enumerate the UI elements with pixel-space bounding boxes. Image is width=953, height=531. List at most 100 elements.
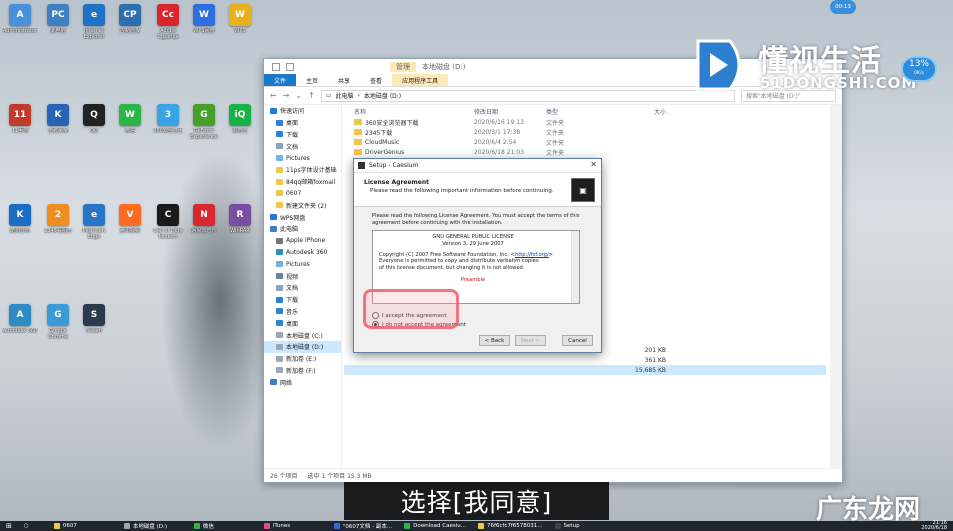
up-arrow-icon[interactable]: ↑ [308, 91, 315, 100]
sidebar-item[interactable]: 桌面 [264, 117, 341, 129]
desktop-icon[interactable]: K 王者荣耀 [40, 104, 76, 154]
column-header-type[interactable]: 类型 [546, 107, 606, 116]
desktop-icon[interactable]: G Google Chrome [40, 304, 76, 354]
desktop-icon[interactable]: PC 此电脑 [40, 4, 76, 54]
sidebar-item[interactable]: 桌面 [264, 317, 341, 329]
sidebar-item[interactable]: 11ps字体设计基础 [264, 164, 341, 176]
file-row[interactable]: 15,685 KB [344, 365, 826, 375]
sidebar-item[interactable]: 新加卷 (F:) [264, 365, 341, 377]
quick-access-toolbar-icon[interactable] [272, 62, 280, 71]
system-clock[interactable]: 21:16 2020/6/18 [921, 521, 947, 531]
sidebar-item[interactable]: 网络 [264, 376, 341, 388]
taskbar-item[interactable]: 本地磁盘 (D:) [118, 521, 188, 531]
fsf-link[interactable]: http://fsf.org/ [515, 252, 549, 258]
explorer-titlebar[interactable]: 管理 本地磁盘 (D:) [264, 59, 842, 74]
sidebar-item[interactable]: 此电脑 [264, 223, 341, 235]
sidebar-item[interactable]: 音乐 [264, 306, 341, 318]
desktop-icon[interactable]: W WPS网盘 [186, 4, 222, 54]
taskbar-item[interactable]: "0607文档 - 副本... [328, 521, 398, 531]
back-button[interactable]: < Back [479, 335, 510, 346]
sidebar-item[interactable]: 下载 [264, 129, 341, 141]
qq-icon: Q [83, 104, 105, 126]
tab-file[interactable]: 文件 [264, 74, 297, 86]
desktop-icon[interactable]: A Administrator [2, 4, 38, 54]
desktop-icon[interactable]: iQ 爱奇艺 [222, 104, 258, 154]
desktop-icon[interactable]: A Autodesk 360 [2, 304, 38, 354]
desktop-icon-label: 网易云音乐 [191, 228, 217, 234]
taskbar-item[interactable]: Setup [549, 521, 619, 531]
desktop-icon[interactable]: 2 2345看图王 [40, 204, 76, 254]
sidebar-item[interactable]: 84qq邮箱foxmail [264, 176, 341, 188]
start-button[interactable]: ⊞ [0, 521, 18, 531]
desktop-icon[interactable]: G GeForce Experience [186, 104, 222, 154]
sidebar-item[interactable]: WPS网盘 [264, 211, 341, 223]
column-header-date[interactable]: 修改日期 [474, 107, 546, 116]
recent-chevron-icon[interactable]: ⌄ [295, 91, 302, 100]
desktop-icon[interactable]: e Internet Explorer [76, 4, 112, 54]
desktop-icon[interactable]: Q QQ [76, 104, 112, 154]
desktop-icon[interactable]: S Steam [76, 304, 112, 354]
sidebar-item[interactable]: 快速访问 [264, 105, 341, 117]
sidebar-item-label: 网络 [280, 379, 293, 387]
file-row[interactable]: CloudMusic 2020/6/4 2:54 文件夹 [344, 137, 826, 147]
file-row[interactable]: 2345下载 2020/3/1 17:38 文件夹 [344, 127, 826, 137]
sidebar-item[interactable]: 文档 [264, 140, 341, 152]
taskbar-item[interactable]: Download Caesiu... [398, 521, 472, 531]
sidebar-item[interactable]: 新加卷 (E:) [264, 353, 341, 365]
desktop-icon[interactable]: K 酷狗音乐 [2, 204, 38, 254]
next-button[interactable]: Next > [515, 335, 546, 346]
taskbar-item[interactable]: iTunes [258, 521, 328, 531]
tab-app-tools[interactable]: 应用程序工具 [392, 74, 449, 86]
close-icon[interactable]: ✕ [590, 160, 597, 169]
tab-home[interactable]: 主页 [296, 74, 328, 86]
taskbar-item[interactable]: 76f6cfc7f6578031... [472, 521, 549, 531]
back-arrow-icon[interactable]: ← [270, 91, 277, 100]
address-bar[interactable]: ▭ 此电脑 › 本地磁盘 (D:) [320, 89, 735, 102]
desktop-icon[interactable]: e Microsoft Edge [76, 204, 112, 254]
desktop-icon[interactable]: 3 360安全卫士 [150, 104, 186, 154]
desktop-icon[interactable]: Cc Adobe Creative Cloud [150, 4, 186, 54]
taskbar-item[interactable]: 微信 [188, 521, 258, 531]
sidebar-item[interactable]: Pictures [264, 258, 341, 270]
sidebar-item[interactable]: 本地磁盘 (C:) [264, 329, 341, 341]
setup-titlebar[interactable]: Setup - Caesium ✕ [354, 159, 601, 173]
file-row[interactable]: DriverGenius 2020/6/18 21:03 文件夹 [344, 147, 826, 157]
tab-view[interactable]: 查看 [360, 74, 392, 86]
desktop-icon[interactable]: W WPS [222, 4, 258, 54]
sidebar-item[interactable]: Autodesk 360 [264, 247, 341, 259]
sidebar-item[interactable]: 下载 [264, 294, 341, 306]
desktop-icon[interactable]: V 腾讯视频 [112, 204, 148, 254]
desktop-icon[interactable]: R WinRAR [222, 204, 258, 254]
sidebar-item[interactable]: Pictures [264, 152, 341, 164]
breadcrumb-drive[interactable]: 本地磁盘 (D:) [364, 91, 401, 100]
column-header-name[interactable]: 名称 [344, 107, 474, 116]
sidebar-item[interactable]: 视频 [264, 270, 341, 282]
file-row[interactable]: 360安全浏览器下载 2020/6/16 19:13 文件夹 [344, 117, 826, 127]
new-folder-icon[interactable] [286, 62, 294, 71]
sidebar-item[interactable]: 新建文件夹 (2) [264, 199, 341, 211]
desktop-icon[interactable]: W 微信 [112, 104, 148, 154]
desktop-icon-label: GeForce Experience [190, 128, 218, 140]
forward-arrow-icon[interactable]: → [283, 91, 290, 100]
manage-tab-label[interactable]: 管理 [390, 61, 416, 72]
cancel-button[interactable]: Cancel [562, 335, 593, 346]
desktop-icon[interactable]: N 网易云音乐 [186, 204, 222, 254]
sidebar-item[interactable]: 0607 [264, 188, 341, 200]
sidebar-item[interactable]: 本地磁盘 (D:) [264, 340, 341, 353]
vertical-scrollbar[interactable] [830, 105, 842, 468]
edge-icon: e [83, 204, 105, 226]
sidebar-item-label: Pictures [286, 154, 310, 162]
search-icon[interactable]: ○ [18, 521, 48, 531]
taskbar-item[interactable]: 0607 [48, 521, 118, 531]
desktop-icon[interactable]: CP 控制面板 [112, 4, 148, 54]
network-speed-badge[interactable]: 13% 0K/s [901, 56, 937, 82]
sidebar-item[interactable]: Apple iPhone [264, 235, 341, 247]
column-header-size[interactable]: 大小 [606, 107, 666, 116]
desktop-icon[interactable]: 11 11手游 [2, 104, 38, 154]
sidebar-item[interactable]: 文档 [264, 282, 341, 294]
tab-share[interactable]: 共享 [328, 74, 360, 86]
file-row[interactable]: 361 KB [344, 355, 826, 365]
desktop-icon[interactable]: C Call of Duty Modern [150, 204, 186, 254]
breadcrumb-root[interactable]: 此电脑 [335, 91, 353, 100]
license-scrollbar[interactable] [571, 231, 579, 303]
